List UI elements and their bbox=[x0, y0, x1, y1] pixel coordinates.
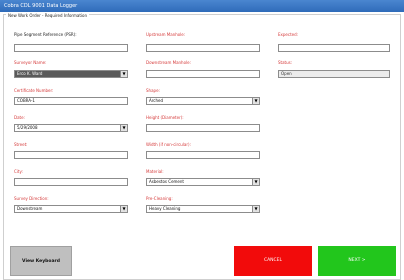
upstream-manhole-field[interactable] bbox=[146, 44, 260, 52]
certificate-number-label: Certificate Number: bbox=[14, 88, 54, 93]
pre-cleaning-value: Heavy Cleaning bbox=[149, 206, 181, 211]
shape-label: Shape: bbox=[146, 88, 160, 93]
height-label: Height (Diameter): bbox=[146, 115, 184, 120]
window-title: Cobra CDL 9001 Data Logger bbox=[0, 0, 404, 12]
pre-cleaning-label: Pre-Cleaning: bbox=[146, 196, 173, 201]
dropdown-arrow-icon[interactable]: ▼ bbox=[252, 179, 259, 185]
date-value: 5/29/2008 bbox=[17, 125, 38, 130]
certificate-number-field[interactable]: COBRA-1 bbox=[14, 97, 128, 105]
dropdown-arrow-icon[interactable]: ▼ bbox=[120, 206, 127, 212]
dropdown-arrow-icon[interactable]: ▼ bbox=[120, 125, 127, 131]
expected-field[interactable] bbox=[278, 44, 390, 52]
required-info-group bbox=[3, 14, 401, 280]
dropdown-arrow-icon[interactable]: ▼ bbox=[252, 206, 259, 212]
dropdown-arrow-icon[interactable]: ▼ bbox=[120, 71, 127, 77]
view-keyboard-button[interactable]: View Keyboard bbox=[10, 246, 72, 276]
pipe-segment-label: Pipe Segment Reference (PSR): bbox=[14, 32, 77, 37]
material-combo[interactable]: Asbestos Cement ▼ bbox=[146, 178, 260, 186]
city-field[interactable] bbox=[14, 178, 128, 186]
upstream-manhole-label: Upstream Manhole: bbox=[146, 32, 186, 37]
surveyor-name-label: Surveyor Name: bbox=[14, 60, 47, 65]
material-value: Asbestos Cement bbox=[149, 179, 184, 184]
survey-direction-label: Survey Direction: bbox=[14, 196, 49, 201]
width-label: Width (if non-circular): bbox=[146, 142, 191, 147]
pipe-segment-field[interactable] bbox=[14, 44, 128, 52]
height-field[interactable] bbox=[146, 124, 260, 132]
survey-direction-value: Downstream bbox=[17, 206, 43, 211]
surveyor-name-combo[interactable]: Erco K. Ward ▼ bbox=[14, 70, 128, 78]
app-window: Cobra CDL 9001 Data Logger New Work Orde… bbox=[0, 0, 404, 280]
expected-label: Expected: bbox=[278, 32, 299, 37]
street-label: Street: bbox=[14, 142, 28, 147]
date-combo[interactable]: 5/29/2008 ▼ bbox=[14, 124, 128, 132]
downstream-manhole-label: Downstream Manhole: bbox=[146, 60, 191, 65]
dropdown-arrow-icon[interactable]: ▼ bbox=[252, 98, 259, 104]
group-title: New Work Order - Required Information bbox=[6, 13, 89, 18]
shape-value: Arched bbox=[149, 98, 164, 103]
status-label: Status: bbox=[278, 60, 293, 65]
cancel-button[interactable]: CANCEL bbox=[234, 246, 312, 276]
survey-direction-combo[interactable]: Downstream ▼ bbox=[14, 205, 128, 213]
next-button[interactable]: NEXT > bbox=[318, 246, 396, 276]
material-label: Material: bbox=[146, 169, 164, 174]
width-field[interactable] bbox=[146, 151, 260, 159]
status-field: Open bbox=[278, 70, 390, 78]
downstream-manhole-field[interactable] bbox=[146, 70, 260, 78]
date-label: Date: bbox=[14, 115, 25, 120]
street-field[interactable] bbox=[14, 151, 128, 159]
city-label: City: bbox=[14, 169, 23, 174]
shape-combo[interactable]: Arched ▼ bbox=[146, 97, 260, 105]
surveyor-name-value: Erco K. Ward bbox=[17, 71, 43, 76]
pre-cleaning-combo[interactable]: Heavy Cleaning ▼ bbox=[146, 205, 260, 213]
